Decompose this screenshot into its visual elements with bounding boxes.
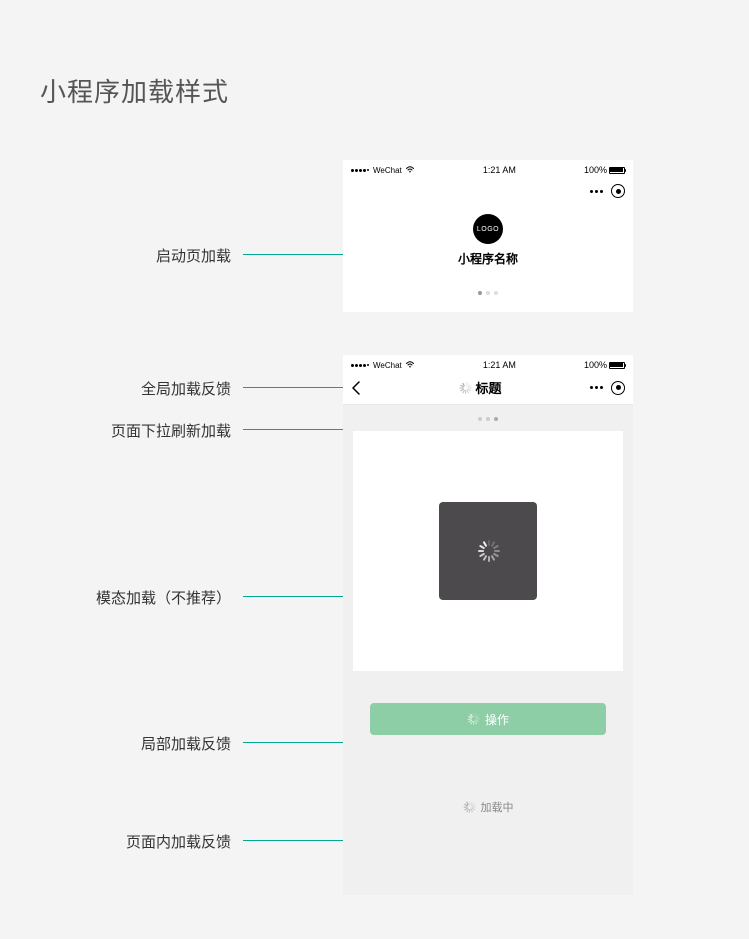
app-name: 小程序名称 <box>343 250 633 267</box>
time-text: 1:21 AM <box>483 165 516 175</box>
pull-refresh-indicator <box>343 405 633 431</box>
menu-icon[interactable] <box>590 386 603 389</box>
battery-text: 100% <box>584 165 607 175</box>
label-launch: 启动页加载 <box>156 245 231 266</box>
statusbar: WeChat 1:21 AM 100% <box>343 160 633 176</box>
navbar <box>343 176 633 206</box>
statusbar: WeChat 1:21 AM 100% <box>343 355 633 371</box>
loading-spinner-icon <box>477 540 499 562</box>
time-text: 1:21 AM <box>483 360 516 370</box>
battery-icon <box>609 167 625 174</box>
battery-icon <box>609 362 625 369</box>
nav-title: 标题 <box>475 378 501 397</box>
navbar: 标题 <box>343 371 633 405</box>
loading-spinner-icon <box>459 382 471 394</box>
battery-text: 100% <box>584 360 607 370</box>
carrier-text: WeChat <box>373 361 402 370</box>
action-button[interactable]: 操作 <box>370 703 606 735</box>
logo-icon: LOGO <box>473 214 503 244</box>
action-button-label: 操作 <box>485 711 509 728</box>
phone-main: WeChat 1:21 AM 100% 标题 操作 <box>343 355 633 895</box>
loading-spinner-icon <box>467 713 479 725</box>
back-button[interactable] <box>351 380 371 396</box>
page-title: 小程序加载样式 <box>40 72 229 109</box>
menu-icon[interactable] <box>590 190 603 193</box>
close-target-icon[interactable] <box>611 381 625 395</box>
phone-launch: WeChat 1:21 AM 100% LOGO 小程序名称 <box>343 160 633 312</box>
carrier-text: WeChat <box>373 166 402 175</box>
inline-loading: 加载中 <box>343 799 633 815</box>
wifi-icon <box>405 360 415 370</box>
label-global: 全局加载反馈 <box>141 378 231 399</box>
loading-dots <box>343 291 633 295</box>
label-local: 局部加载反馈 <box>141 733 231 754</box>
inline-loading-text: 加载中 <box>481 799 514 815</box>
modal-loading <box>439 502 537 600</box>
wifi-icon <box>405 165 415 175</box>
label-inline: 页面内加载反馈 <box>126 831 231 852</box>
close-target-icon[interactable] <box>611 184 625 198</box>
label-pull: 页面下拉刷新加载 <box>111 420 231 441</box>
content-area <box>353 431 623 671</box>
loading-spinner-icon <box>463 801 475 813</box>
launch-content: LOGO 小程序名称 <box>343 206 633 295</box>
label-modal: 模态加载（不推荐） <box>96 587 231 608</box>
